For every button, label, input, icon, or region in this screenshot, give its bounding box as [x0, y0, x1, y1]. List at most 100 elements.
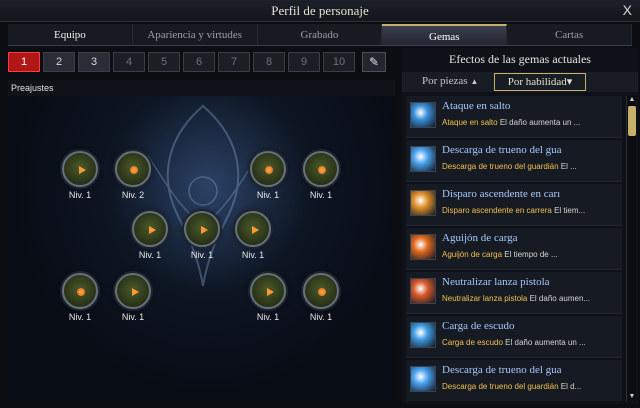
effect-text: El daño aumen... — [527, 294, 591, 303]
title-bar: Perfil de personaje X — [0, 0, 640, 22]
effects-list: Ataque en salto Ataque en salto El daño … — [406, 96, 622, 401]
chevron-down-icon: ▾ — [566, 76, 573, 88]
tab-gemas[interactable]: Gemas — [382, 24, 508, 45]
gem-slot[interactable] — [235, 211, 271, 247]
gem-level: Niv. 1 — [309, 312, 333, 322]
preset-4-button[interactable]: 4 — [113, 52, 145, 72]
gem-effects-panel: Efectos de las gemas actuales Por piezas… — [402, 48, 638, 404]
skill-icon — [410, 146, 436, 172]
gem-slot[interactable] — [184, 211, 220, 247]
effect-description: Neutralizar lanza pistola El daño aumen.… — [442, 294, 590, 303]
sort-by-skill-button[interactable]: Por habilidad▾ — [494, 73, 586, 91]
gem-level: Niv. 1 — [190, 250, 214, 260]
skill-icon — [410, 234, 436, 260]
effect-skill-name: Disparo ascendente en carrera — [442, 206, 552, 215]
effect-item[interactable]: Carga de escudo Carga de escudo El daño … — [406, 316, 622, 358]
close-icon[interactable]: X — [623, 2, 632, 18]
effect-text: El daño aumenta un ... — [497, 118, 581, 127]
sort-options: Por piezas ▲ Por habilidad▾ — [402, 72, 638, 92]
scroll-up-icon[interactable]: ▲ — [628, 96, 636, 104]
gem-level: Niv. 1 — [256, 312, 280, 322]
preset-8-button[interactable]: 8 — [253, 52, 285, 72]
preset-2-button[interactable]: 2 — [43, 52, 75, 72]
sort-by-skill-label: Por habilidad — [507, 76, 567, 88]
gem-slot[interactable] — [132, 211, 168, 247]
effect-skill-name: Neutralizar lanza pistola — [442, 294, 528, 303]
gem-board: Niv. 1 Niv. 2 Niv. 1 Niv. 1 Niv. 1 Niv. … — [8, 96, 395, 400]
effect-item[interactable]: Descarga de trueno del gua Descarga de t… — [406, 140, 622, 182]
gem-level: Niv. 1 — [309, 190, 333, 200]
effect-name: Disparo ascendente en carı — [442, 188, 561, 200]
scroll-down-icon[interactable]: ▼ — [628, 393, 636, 401]
tab-cartas[interactable]: Cartas — [507, 24, 632, 45]
effect-name: Descarga de trueno del gua — [442, 364, 562, 376]
preset-3-button[interactable]: 3 — [78, 52, 110, 72]
effect-item[interactable]: Disparo ascendente en carı Disparo ascen… — [406, 184, 622, 226]
tab-equipo[interactable]: Equipo — [8, 24, 133, 45]
gem-slot[interactable] — [62, 273, 98, 309]
preset-7-button[interactable]: 7 — [218, 52, 250, 72]
effect-text: El tiempo de ... — [502, 250, 558, 259]
gem-slot[interactable] — [115, 273, 151, 309]
gem-slot[interactable] — [250, 273, 286, 309]
effect-name: Neutralizar lanza pistola — [442, 276, 550, 288]
effect-text: El daño aumenta un ... — [502, 338, 586, 347]
tab-apariencia[interactable]: Apariencia y virtudes — [133, 24, 258, 45]
effect-item[interactable]: Aguijón de carga Aguijón de carga El tie… — [406, 228, 622, 270]
effect-text: El tiem... — [551, 206, 586, 215]
gem-slot[interactable] — [115, 151, 151, 187]
preset-selector: 1 2 3 4 5 6 7 8 9 10 — [8, 52, 355, 74]
gem-slot[interactable] — [250, 151, 286, 187]
effect-item[interactable]: Ataque en salto Ataque en salto El daño … — [406, 96, 622, 138]
gem-level: Niv. 2 — [121, 190, 145, 200]
window-title: Perfil de personaje — [271, 3, 369, 18]
effect-skill-name: Ataque en salto — [442, 118, 498, 127]
edit-icon[interactable]: ✎ — [362, 52, 386, 72]
gem-level: Niv. 1 — [241, 250, 265, 260]
preset-5-button[interactable]: 5 — [148, 52, 180, 72]
triangle-up-icon: ▲ — [470, 77, 479, 86]
preset-9-button[interactable]: 9 — [288, 52, 320, 72]
skill-icon — [410, 322, 436, 348]
presets-label: Preajustes — [8, 80, 395, 96]
tab-bar: Equipo Apariencia y virtudes Grabado Gem… — [8, 24, 632, 46]
effect-skill-name: Aguijón de carga — [442, 250, 503, 259]
effect-name: Ataque en salto — [442, 100, 511, 112]
preset-10-button[interactable]: 10 — [323, 52, 355, 72]
effect-description: Carga de escudo El daño aumenta un ... — [442, 338, 586, 347]
effect-item[interactable]: Descarga de trueno del gua Descarga de t… — [406, 360, 622, 401]
skill-icon — [410, 102, 436, 128]
scrollbar-thumb[interactable] — [628, 106, 636, 136]
preset-6-button[interactable]: 6 — [183, 52, 215, 72]
effect-skill-name: Carga de escudo — [442, 338, 503, 347]
gem-level: Niv. 1 — [121, 312, 145, 322]
tab-grabado[interactable]: Grabado — [258, 24, 383, 45]
effect-description: Descarga de trueno del guardián El d... — [442, 382, 581, 391]
effect-text: El ... — [558, 162, 577, 171]
effect-name: Aguijón de carga — [442, 232, 518, 244]
gem-slot[interactable] — [303, 151, 339, 187]
effect-description: Aguijón de carga El tiempo de ... — [442, 250, 558, 259]
effect-skill-name: Descarga de trueno del guardián — [442, 162, 559, 171]
panel-title: Efectos de las gemas actuales — [449, 52, 591, 66]
effect-description: Ataque en salto El daño aumenta un ... — [442, 118, 580, 127]
gem-level: Niv. 1 — [256, 190, 280, 200]
gem-slot[interactable] — [303, 273, 339, 309]
gem-level: Niv. 1 — [138, 250, 162, 260]
effect-name: Descarga de trueno del gua — [442, 144, 562, 156]
effect-description: Descarga de trueno del guardián El ... — [442, 162, 577, 171]
scrollbar[interactable]: ▲ ▼ — [626, 96, 636, 401]
preset-1-button[interactable]: 1 — [8, 52, 40, 72]
skill-icon — [410, 278, 436, 304]
sort-by-pieces-label: Por piezas — [422, 75, 468, 87]
effect-text: El d... — [558, 382, 582, 391]
skill-icon — [410, 190, 436, 216]
effect-skill-name: Descarga de trueno del guardián — [442, 382, 559, 391]
gem-level: Niv. 1 — [68, 312, 92, 322]
gem-slot[interactable] — [62, 151, 98, 187]
effect-description: Disparo ascendente en carrera El tiem... — [442, 206, 585, 215]
effect-name: Carga de escudo — [442, 320, 515, 332]
skill-icon — [410, 366, 436, 392]
sort-by-pieces-button[interactable]: Por piezas ▲ — [422, 75, 478, 87]
effect-item[interactable]: Neutralizar lanza pistola Neutralizar la… — [406, 272, 622, 314]
